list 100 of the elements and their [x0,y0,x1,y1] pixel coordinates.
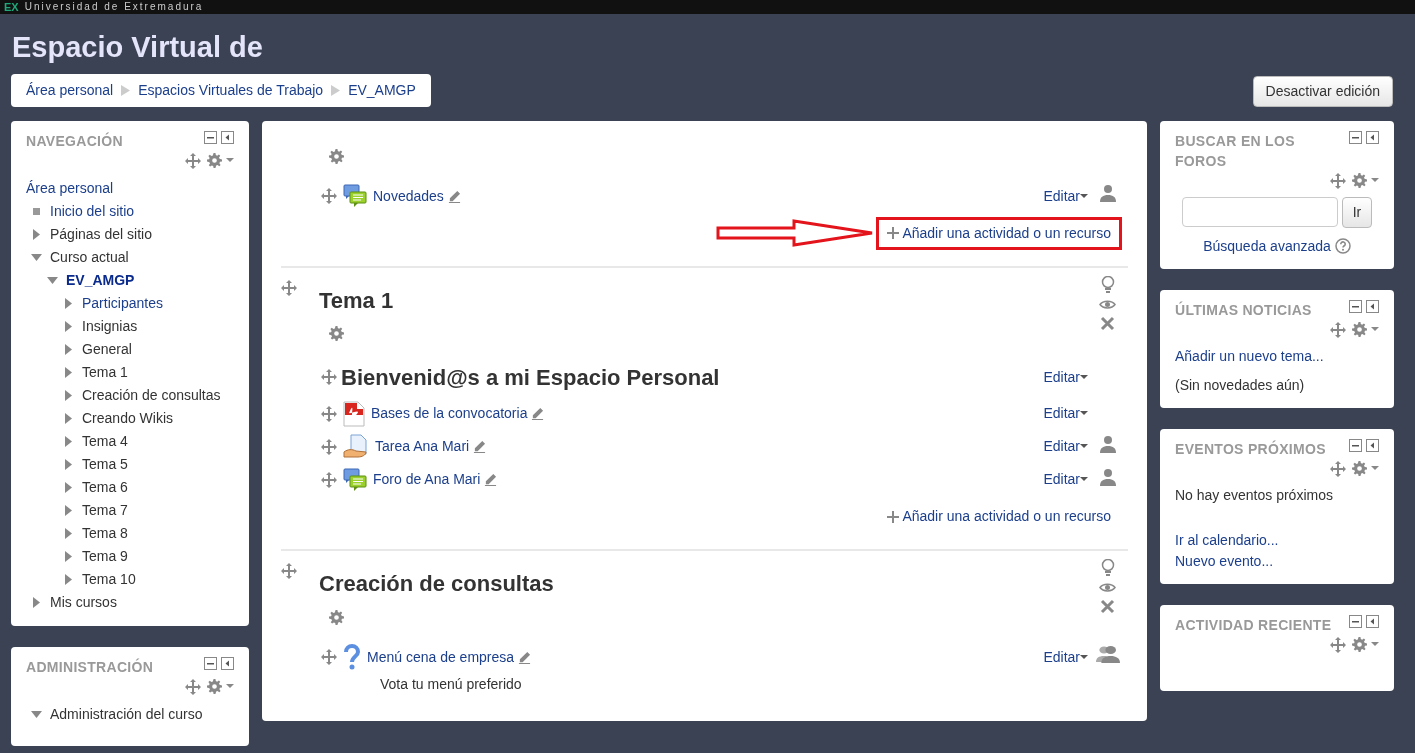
move-icon[interactable] [321,369,337,386]
caret-icon[interactable] [1080,477,1088,483]
nav-link[interactable]: Tema 9 [82,545,128,567]
lightbulb-icon[interactable] [1100,275,1115,293]
activity-link[interactable]: Tarea Ana Mari [375,436,470,458]
nav-link[interactable]: Participantes [82,292,163,314]
settings-menu-icon[interactable] [1352,460,1379,477]
settings-icon[interactable] [329,148,344,164]
eye-icon[interactable] [1099,582,1116,594]
move-icon[interactable] [1330,460,1346,477]
expanded-arrow-icon[interactable] [30,253,42,261]
settings-menu-icon[interactable] [1352,636,1379,653]
edit-menu-link[interactable]: Editar [1043,366,1080,388]
move-icon[interactable] [321,649,337,666]
nav-link[interactable]: Inicio del sitio [50,200,135,222]
calendar-link[interactable]: Ir al calendario... [1175,529,1379,551]
go-button[interactable]: Ir [1341,196,1373,228]
add-topic-link[interactable]: Añadir un nuevo tema... [1175,345,1379,367]
nav-link[interactable]: Tema 6 [82,476,128,498]
lightbulb-icon[interactable] [1100,559,1115,577]
move-icon[interactable] [321,405,337,422]
caret-icon[interactable] [1080,193,1088,199]
nav-link[interactable]: General [82,338,132,360]
collapsed-arrow-icon[interactable] [62,573,74,585]
breadcrumb-link[interactable]: EV_AMGP [348,79,416,101]
close-icon[interactable] [1100,315,1115,331]
advanced-search-link[interactable]: Búsqueda avanzada [1203,235,1331,257]
settings-menu-icon[interactable] [207,152,234,169]
move-icon[interactable] [1330,636,1346,653]
move-icon[interactable] [321,471,337,488]
collapsed-arrow-icon[interactable] [62,527,74,539]
activity-link[interactable]: Novedades [373,185,444,207]
collapsed-arrow-icon[interactable] [30,596,42,608]
help-icon[interactable] [1334,238,1351,255]
nav-link[interactable]: Tema 10 [82,568,136,590]
settings-menu-icon[interactable] [1352,172,1379,189]
collapsed-arrow-icon[interactable] [62,343,74,355]
move-icon[interactable] [185,678,201,695]
nav-link[interactable]: Área personal [26,177,114,199]
nav-link[interactable]: Tema 4 [82,430,128,452]
collapsed-arrow-icon[interactable] [62,481,74,493]
add-activity-link[interactable]: Añadir una actividad o un recurso [876,216,1122,250]
pencil-icon[interactable] [484,473,498,487]
nav-link[interactable]: Tema 5 [82,453,128,475]
edit-menu-link[interactable]: Editar [1043,436,1080,458]
settings-icon[interactable] [329,609,344,625]
collapsed-arrow-icon[interactable] [62,458,74,470]
calendar-link[interactable]: Nuevo evento... [1175,550,1379,572]
nav-link[interactable]: Tema 1 [82,361,128,383]
nav-link[interactable]: Tema 7 [82,499,128,521]
nav-link[interactable]: Páginas del sitio [50,223,152,245]
nav-link[interactable]: Mis cursos [50,591,117,613]
edit-mode-button[interactable]: Desactivar edición [1252,75,1393,107]
close-icon[interactable] [1100,599,1115,615]
nav-link[interactable]: Creando Wikis [82,407,174,429]
breadcrumb-link[interactable]: Área personal [26,79,114,101]
nav-link[interactable]: Creación de consultas [82,384,221,406]
settings-menu-icon[interactable] [207,678,234,695]
collapsed-arrow-icon[interactable] [62,504,74,516]
pencil-icon[interactable] [473,440,487,454]
pencil-icon[interactable] [518,650,532,664]
settings-icon[interactable] [329,326,344,342]
search-field[interactable] [1181,196,1338,227]
collapsed-arrow-icon[interactable] [62,412,74,424]
move-icon[interactable] [321,438,337,455]
collapsed-arrow-icon[interactable] [62,297,74,309]
edit-menu-link[interactable]: Editar [1043,469,1080,491]
eye-icon[interactable] [1099,298,1116,310]
move-icon[interactable] [321,188,337,205]
edit-menu-link[interactable]: Editar [1043,185,1080,207]
move-icon[interactable] [281,279,297,296]
collapsed-arrow-icon[interactable] [62,366,74,378]
move-icon[interactable] [1330,321,1346,338]
pencil-icon[interactable] [531,407,545,421]
caret-icon[interactable] [1080,444,1088,450]
caret-icon[interactable] [1080,411,1088,417]
nav-link[interactable]: EV_AMGP [66,269,135,291]
breadcrumb-link[interactable]: Espacios Virtuales de Trabajo [138,79,324,101]
nav-link[interactable]: Insignias [82,315,138,337]
nav-link[interactable]: Administración del curso [50,703,203,725]
activity-link[interactable]: Foro de Ana Mari [373,469,481,491]
caret-icon[interactable] [1080,374,1088,380]
move-icon[interactable] [1330,172,1346,189]
activity-link[interactable]: Menú cena de empresa [367,646,515,668]
expanded-arrow-icon[interactable] [30,710,42,718]
activity-link[interactable]: Bases de la convocatoria [371,403,528,425]
collapsed-arrow-icon[interactable] [62,320,74,332]
nav-link[interactable]: Curso actual [50,246,129,268]
collapsed-arrow-icon[interactable] [62,389,74,401]
expanded-arrow-icon[interactable] [46,276,58,284]
move-icon[interactable] [185,152,201,169]
edit-menu-link[interactable]: Editar [1043,403,1080,425]
collapsed-arrow-icon[interactable] [30,228,42,240]
nav-link[interactable]: Tema 8 [82,522,128,544]
pencil-icon[interactable] [447,189,461,203]
add-activity-link[interactable]: Añadir una actividad o un recurso [876,500,1122,534]
move-icon[interactable] [281,563,297,580]
caret-icon[interactable] [1080,654,1088,660]
collapsed-arrow-icon[interactable] [62,550,74,562]
edit-menu-link[interactable]: Editar [1043,646,1080,668]
